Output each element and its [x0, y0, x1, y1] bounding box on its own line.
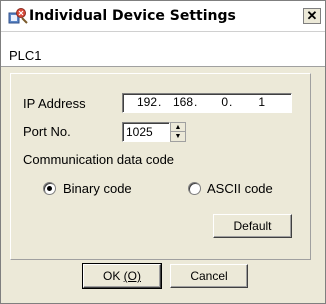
ip-address-label: IP Address: [23, 96, 86, 111]
ip-octet-4[interactable]: 1: [235, 95, 265, 109]
device-name-header: PLC1: [1, 31, 325, 67]
radio-selected-dot: [47, 186, 52, 191]
close-button[interactable]: ✕: [303, 8, 321, 24]
binary-code-label[interactable]: Binary code: [63, 181, 132, 196]
spin-up-icon[interactable]: ▲: [171, 123, 185, 132]
ok-button-label: OK: [103, 269, 124, 283]
cancel-button[interactable]: Cancel: [170, 264, 248, 288]
ip-octet-3[interactable]: 0: [198, 95, 228, 109]
port-no-label: Port No.: [23, 124, 71, 139]
device-name: PLC1: [9, 48, 42, 63]
ip-octet-2[interactable]: 168: [163, 95, 193, 109]
ip-separator: .: [194, 95, 198, 109]
ok-accelerator: (O): [123, 269, 141, 283]
ip-separator: .: [229, 95, 233, 109]
ip-octet-1[interactable]: 192: [127, 95, 157, 109]
title-bar: Individual Device Settings ✕: [1, 1, 325, 31]
window-title: Individual Device Settings: [29, 8, 236, 24]
port-number-input[interactable]: 1025: [122, 122, 170, 142]
binary-code-radio[interactable]: [43, 182, 56, 195]
settings-panel: IP Address 192 . 168 . 0 . 1 Port No. 10…: [10, 73, 311, 260]
port-number-spinner[interactable]: ▲ ▼: [170, 122, 186, 142]
ip-address-field[interactable]: 192 . 168 . 0 . 1: [122, 93, 292, 113]
ok-button[interactable]: OK (O): [82, 263, 162, 289]
default-button[interactable]: Default: [213, 214, 292, 238]
ascii-code-label[interactable]: ASCII code: [207, 181, 273, 196]
comm-data-code-label: Communication data code: [23, 152, 175, 167]
ip-separator: .: [158, 95, 162, 109]
spin-down-icon[interactable]: ▼: [171, 132, 185, 141]
device-settings-dialog: Individual Device Settings ✕ PLC1 IP Add…: [0, 0, 326, 304]
ascii-code-radio[interactable]: [188, 182, 201, 195]
settings-app-icon: [8, 8, 28, 24]
